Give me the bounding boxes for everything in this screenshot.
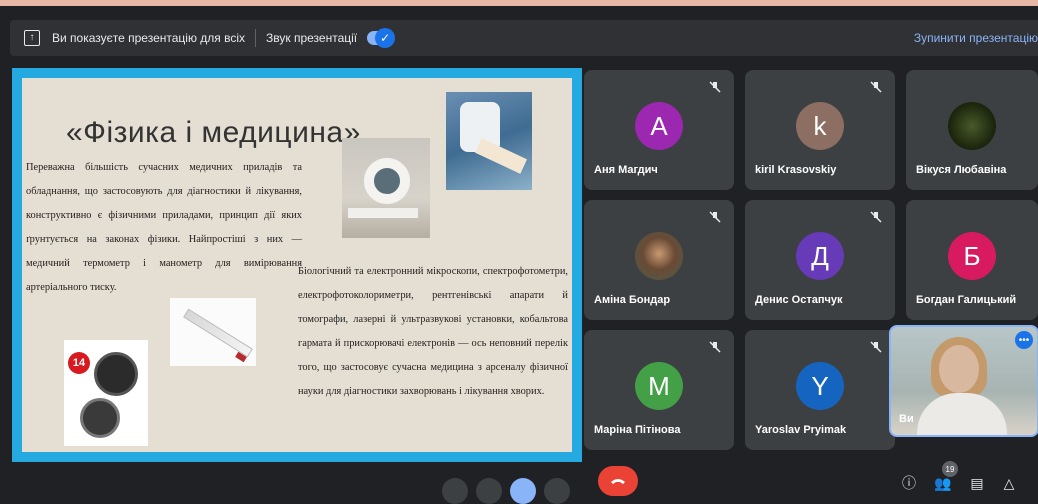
participant-name: Аміна Бондар bbox=[594, 294, 671, 306]
participant-tile[interactable]: M Маріна Пітінова bbox=[584, 330, 734, 450]
present-screen-icon: ↑ bbox=[24, 30, 40, 46]
mic-off-icon bbox=[708, 80, 722, 94]
presentation-sound-toggle[interactable]: ✓ bbox=[367, 28, 396, 48]
presentation-banner: ↑ Ви показуєте презентацію для всіх Звук… bbox=[10, 20, 1038, 56]
radiotherapy-machine-image bbox=[446, 92, 532, 190]
mic-off-icon bbox=[869, 210, 883, 224]
present-button[interactable] bbox=[510, 478, 536, 504]
more-controls-button[interactable] bbox=[544, 478, 570, 504]
heart-avatar-icon bbox=[948, 102, 996, 150]
participant-tile[interactable]: Y Yaroslav Pryimak bbox=[745, 330, 895, 450]
avatar: Y bbox=[796, 362, 844, 410]
top-accent-line bbox=[0, 0, 1038, 6]
participant-name: kiril Krasovskiy bbox=[755, 164, 837, 176]
participant-tile[interactable]: k kiril Krasovskiy bbox=[745, 70, 895, 190]
slide-paragraph-1: Переважна більшість сучасних медичних пр… bbox=[26, 162, 302, 293]
camera-button[interactable] bbox=[476, 478, 502, 504]
avatar: A bbox=[635, 102, 683, 150]
participant-name: Аня Магдич bbox=[594, 164, 658, 176]
participant-name: Вікуся Любавіна bbox=[916, 164, 1007, 176]
self-video-tile[interactable]: ••• Ви bbox=[889, 325, 1038, 437]
participant-name: Yaroslav Pryimak bbox=[755, 424, 847, 436]
presentation-sound-label: Звук презентації bbox=[266, 31, 358, 45]
participant-tile[interactable]: Д Денис Остапчук bbox=[745, 200, 895, 320]
avatar: k bbox=[796, 102, 844, 150]
slide-paragraph-2: Біологічний та електронний мікроскопи, с… bbox=[298, 266, 568, 397]
participant-name: Богдан Галицький bbox=[916, 294, 1017, 306]
presenting-notice: Ви показуєте презентацію для всіх bbox=[52, 31, 246, 45]
participant-tile[interactable]: Аміна Бондар bbox=[584, 200, 734, 320]
participant-name: Денис Остапчук bbox=[755, 294, 843, 306]
participant-tile[interactable]: A Аня Магдич bbox=[584, 70, 734, 190]
presentation-slide: «Фізика і медицина» Переважна більшість … bbox=[22, 78, 572, 452]
thermometer-image bbox=[170, 298, 256, 366]
mic-off-icon bbox=[708, 340, 722, 354]
avatar: Б bbox=[948, 232, 996, 280]
mic-off-icon bbox=[869, 340, 883, 354]
slide-title: «Фізика і медицина» bbox=[66, 116, 361, 149]
more-options-icon[interactable]: ••• bbox=[1015, 331, 1033, 349]
info-icon[interactable]: ⓘ bbox=[900, 474, 918, 492]
mic-button[interactable] bbox=[442, 478, 468, 504]
badge-number: 14 bbox=[68, 352, 90, 374]
chat-icon[interactable]: ▤ bbox=[968, 474, 986, 492]
phone-hangup-icon bbox=[611, 479, 625, 484]
check-icon: ✓ bbox=[375, 28, 396, 48]
mic-off-icon bbox=[708, 210, 722, 224]
people-icon[interactable]: 👥 bbox=[934, 474, 952, 492]
presentation-slide-frame: «Фізика і медицина» Переважна більшість … bbox=[12, 68, 582, 462]
participant-tile[interactable]: Вікуся Любавіна bbox=[906, 70, 1038, 190]
activities-icon[interactable]: △ bbox=[1000, 474, 1018, 492]
participant-name: Маріна Пітінова bbox=[594, 424, 681, 436]
avatar: M bbox=[635, 362, 683, 410]
avatar bbox=[635, 232, 683, 280]
self-name: Ви bbox=[899, 413, 914, 425]
mic-off-icon bbox=[869, 80, 883, 94]
avatar: Д bbox=[796, 232, 844, 280]
stop-presenting-button[interactable]: Зупинити презентацію bbox=[914, 31, 1038, 45]
participant-tile[interactable]: Б Богдан Галицький bbox=[906, 200, 1038, 320]
banner-divider bbox=[255, 29, 257, 47]
mri-scanner-image bbox=[342, 138, 430, 238]
blood-pressure-monitor-image: 14 bbox=[64, 340, 148, 446]
